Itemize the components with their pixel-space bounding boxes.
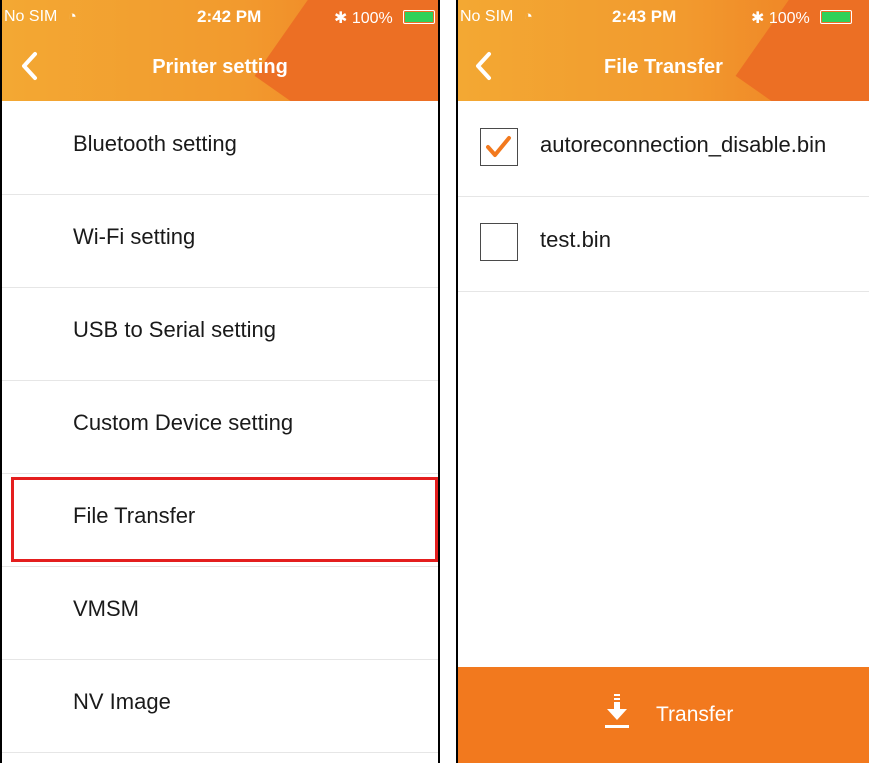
page-title: Printer setting: [152, 56, 288, 78]
wifi-icon: ◔: [67, 8, 77, 25]
menu-item-label: VMSM: [73, 596, 139, 621]
menu-item-label: Wi-Fi setting: [73, 224, 196, 249]
battery-percent: 100%: [768, 10, 810, 27]
status-time: 2:42 PM: [197, 7, 262, 26]
menu-item-label: Bluetooth setting: [73, 131, 237, 156]
file-name: autoreconnection_disable.bin: [540, 132, 827, 157]
carrier-text: No SIM: [4, 8, 58, 25]
status-bar: No SIM ◔ 2:43 PM ✱ 100%: [458, 0, 869, 36]
menu-item-label: Custom Device setting: [73, 410, 294, 435]
menu-item-wifi-setting[interactable]: Wi-Fi setting: [2, 194, 438, 288]
transfer-button[interactable]: Transfer: [458, 667, 869, 763]
file-row-test[interactable]: test.bin: [458, 196, 869, 292]
printer-setting-screen: No SIM ◔ 2:42 PM ✱ 100% ⚡ Printer settin…: [0, 0, 440, 763]
status-bar: No SIM ◔ 2:42 PM ✱ 100% ⚡: [2, 0, 438, 36]
wifi-icon: ◔: [523, 8, 533, 25]
menu-item-custom-device-setting[interactable]: Custom Device setting: [2, 380, 438, 474]
bluetooth-icon: ✱: [751, 10, 765, 27]
file-name: test.bin: [540, 227, 611, 252]
file-row-autoreconnection[interactable]: autoreconnection_disable.bin: [458, 101, 869, 197]
menu-item-file-transfer[interactable]: File Transfer: [2, 473, 438, 567]
transfer-button-label: Transfer: [656, 703, 734, 726]
battery-percent: 100%: [351, 10, 393, 27]
menu-item-label: NV Image: [73, 689, 171, 714]
carrier-text: No SIM: [460, 8, 514, 25]
menu-item-nv-image[interactable]: NV Image: [2, 659, 438, 753]
battery-icon: [820, 10, 853, 24]
page-title: File Transfer: [604, 56, 723, 78]
checkmark-icon: [486, 136, 511, 157]
file-checkbox-checked[interactable]: [480, 128, 518, 166]
charging-icon: ⚡: [437, 11, 438, 26]
menu-item-vmsm[interactable]: VMSM: [2, 566, 438, 660]
nav-header: No SIM ◔ 2:43 PM ✱ 100% File Transfer: [458, 0, 869, 101]
file-checkbox-unchecked[interactable]: [480, 223, 518, 261]
menu-item-usb-serial-setting[interactable]: USB to Serial setting: [2, 287, 438, 381]
file-transfer-screen: No SIM ◔ 2:43 PM ✱ 100% File Transfer au…: [456, 0, 869, 763]
menu-item-bluetooth-setting[interactable]: Bluetooth setting: [2, 101, 438, 195]
nav-header: No SIM ◔ 2:42 PM ✱ 100% ⚡ Printer settin…: [2, 0, 438, 101]
download-icon: [605, 694, 629, 728]
menu-item-label: File Transfer: [73, 503, 196, 528]
bluetooth-icon: ✱: [334, 10, 348, 27]
menu-item-label: USB to Serial setting: [73, 317, 276, 342]
status-time: 2:43 PM: [612, 7, 677, 26]
battery-icon: [403, 10, 436, 24]
